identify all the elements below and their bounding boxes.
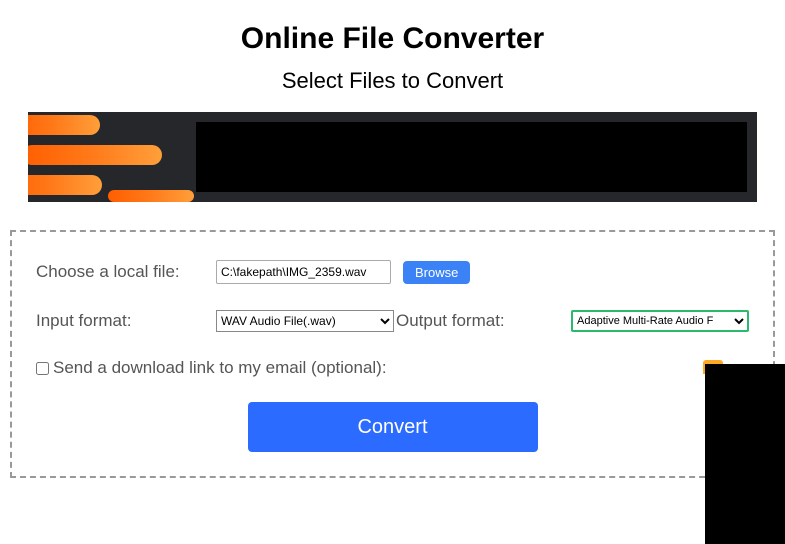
file-row: Choose a local file: Browse <box>36 260 749 284</box>
convert-button[interactable]: Convert <box>248 402 538 452</box>
ad-banner <box>28 112 757 202</box>
converter-form: Choose a local file: Browse Input format… <box>10 230 775 478</box>
input-format-label: Input format: <box>36 311 216 331</box>
email-checkbox[interactable] <box>36 362 49 375</box>
input-format-select[interactable]: WAV Audio File(.wav) <box>216 310 394 332</box>
file-path-input[interactable] <box>216 260 391 284</box>
page-subtitle: Select Files to Convert <box>0 68 785 94</box>
page-title: Online File Converter <box>0 22 785 56</box>
banner-decoration <box>28 145 162 165</box>
banner-decoration <box>28 115 100 135</box>
output-format-label: Output format: <box>396 311 505 331</box>
format-row: Input format: WAV Audio File(.wav) Outpu… <box>36 310 749 332</box>
email-option-row: Send a download link to my email (option… <box>36 358 749 378</box>
banner-decoration <box>28 175 102 195</box>
overlay-panel[interactable] <box>705 364 785 544</box>
file-label: Choose a local file: <box>36 262 216 282</box>
browse-button[interactable]: Browse <box>403 261 470 284</box>
email-checkbox-label[interactable]: Send a download link to my email (option… <box>53 358 387 378</box>
output-format-select[interactable]: Adaptive Multi-Rate Audio F <box>571 310 749 332</box>
banner-content <box>196 122 747 192</box>
banner-decoration <box>108 190 194 202</box>
